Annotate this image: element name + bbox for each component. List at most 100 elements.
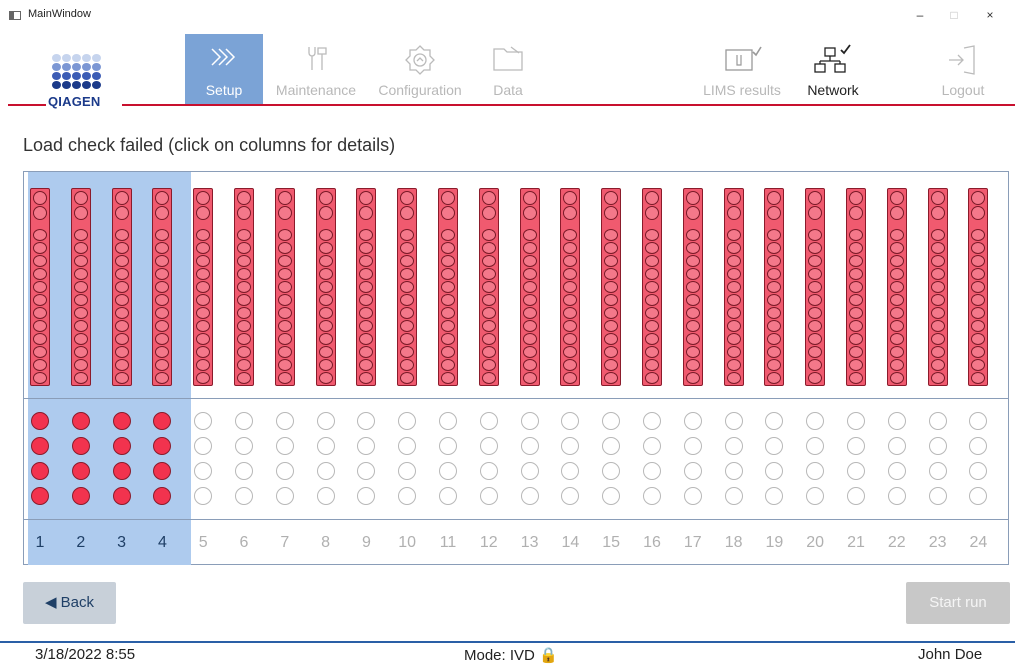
close-button[interactable]: × [975,5,1005,25]
tube-position [887,487,906,505]
strip-cell [441,307,455,319]
strip-cell [849,191,863,205]
strip-cell [767,229,782,241]
rack-column-5[interactable]: 5 [193,172,233,565]
nav-data[interactable]: Data [475,34,541,104]
tube-position [153,462,172,480]
strip-cell [400,320,415,332]
rack-column-2[interactable]: 2 [70,172,111,565]
rack-column-17[interactable]: 17 [682,172,723,565]
strip-cell [155,206,170,220]
rack-column-23[interactable]: 23 [927,172,968,565]
strip-cell [33,307,47,319]
strip-cell [196,359,211,371]
strip-cell [645,281,659,293]
strip-cell [726,206,741,220]
failed-strip [193,188,214,386]
strip-cell [73,255,88,267]
strip-cell [645,206,659,220]
logo-dot [82,81,91,89]
rack-column-10[interactable]: 10 [397,172,437,565]
rack-column-16[interactable]: 16 [642,172,682,565]
strip-cell [73,333,88,345]
tube-position [235,412,253,430]
strip-cell [808,268,823,280]
rack-column-13[interactable]: 13 [519,172,560,565]
logo-dot [82,54,91,62]
tube-position [194,412,213,430]
rack-column-14[interactable]: 14 [560,172,600,565]
strip-cell [359,294,374,306]
rack-column-11[interactable]: 11 [438,172,478,565]
nav-network[interactable]: Network [800,34,866,104]
nav-setup[interactable]: Setup [185,34,263,104]
rack-column-12[interactable]: 12 [478,172,519,565]
strip-cell [645,359,659,371]
rack-column-7[interactable]: 7 [274,172,315,565]
nav-lims-results[interactable]: LIMS results [694,34,790,104]
strip-cell [645,255,659,267]
strip-cell [726,268,741,280]
maximize-button[interactable]: □ [939,5,969,25]
strip-cell [441,268,455,280]
strip-cell [155,255,170,267]
nav-maintenance[interactable]: Maintenance [270,34,362,104]
rack-column-15[interactable]: 15 [601,172,641,565]
nav-logout[interactable]: Logout [926,34,1000,104]
strip-cell [73,320,88,332]
strip-cell [889,229,904,241]
strip-cell [889,294,904,306]
strip-cell [767,206,782,220]
logo-dot [62,63,71,71]
rack-column-9[interactable]: 9 [356,172,396,565]
strip-cell [889,359,904,371]
strip-cell [604,294,619,306]
nav-setup-label: Setup [205,82,243,98]
strip-cell [685,191,700,205]
tube-position [357,412,376,430]
rack-column-1[interactable]: 1 [30,172,70,565]
strip-cell [400,268,415,280]
strip-cell [889,268,904,280]
rack-column-19[interactable]: 19 [764,172,804,565]
rack-column-22[interactable]: 22 [886,172,927,565]
strip-cell [767,242,782,254]
strip-cell [930,191,945,205]
minimize-button[interactable]: – [905,5,935,25]
tube-position [439,412,457,430]
strip-cell [114,206,129,220]
rack-column-20[interactable]: 20 [805,172,845,565]
rack-column-3[interactable]: 3 [111,172,152,565]
rack-column-8[interactable]: 8 [315,172,356,565]
rack-column-4[interactable]: 4 [152,172,192,565]
tube-position [887,462,906,480]
tube-position [71,462,90,480]
failed-strip [682,188,703,386]
back-button[interactable]: ◀ Back [23,582,116,624]
strip-cell [522,346,537,358]
start-run-button[interactable]: Start run [906,582,1010,624]
strip-cell [196,191,211,205]
strip-cell [685,229,700,241]
rack-column-24[interactable]: 24 [968,172,1008,565]
strip-cell [400,333,415,345]
rack-column-6[interactable]: 6 [234,172,274,565]
strip-cell [33,268,47,280]
nav-data-label: Data [493,82,523,98]
tube-position [520,437,539,455]
tube-position [520,487,539,505]
failed-strip [642,188,662,386]
failed-strip [723,188,744,386]
logo-dot [52,54,61,62]
tube-position [275,487,294,505]
column-number: 9 [361,534,371,551]
tube-position [724,412,743,430]
tube-position [479,437,498,455]
rack-column-18[interactable]: 18 [723,172,764,565]
strip-cell [277,359,292,371]
rack-column-21[interactable]: 21 [846,172,886,565]
strip-cell [73,242,88,254]
strip-cell [604,281,619,293]
nav-configuration[interactable]: Configuration [372,34,468,104]
strip-cell [767,255,782,267]
